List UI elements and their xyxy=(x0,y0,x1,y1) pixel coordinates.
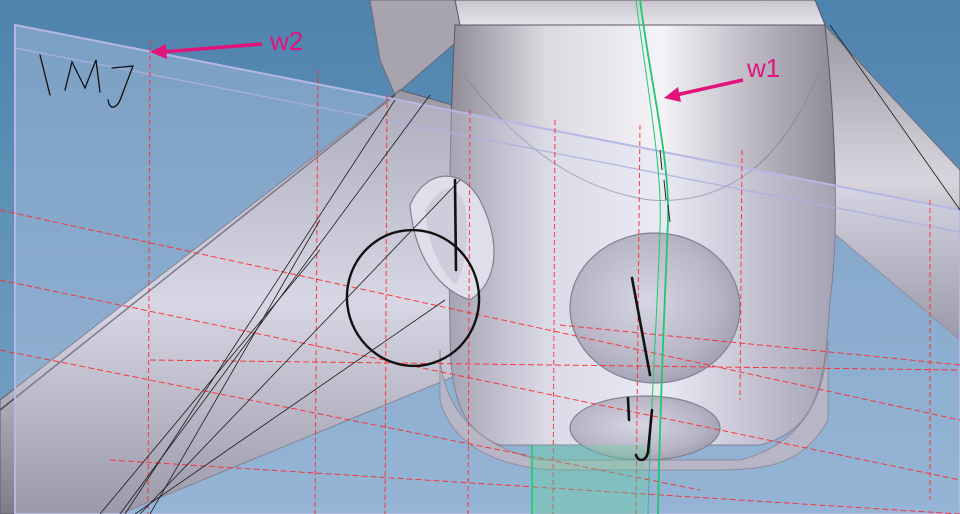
cad-3d-viewport[interactable] xyxy=(0,0,960,514)
annotation-label-w1: w1 xyxy=(747,53,781,83)
wire-w1-lower-shaft xyxy=(530,445,645,514)
cad-3d-viewport-stage[interactable]: w2 w1 xyxy=(0,0,960,514)
annotation-label-w2: w2 xyxy=(270,26,304,56)
